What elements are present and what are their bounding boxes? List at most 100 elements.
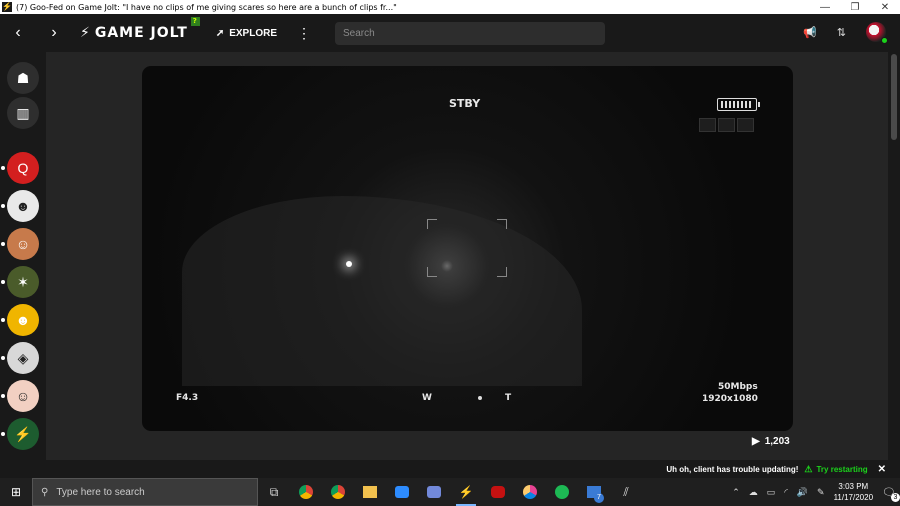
windows-start-icon[interactable]: ⊞: [0, 485, 32, 499]
volume-icon[interactable]: 🔊: [797, 487, 808, 498]
zoom-wide-label: W: [422, 393, 432, 403]
page-scrollbar[interactable]: [888, 52, 900, 460]
explore-label: EXPLORE: [229, 27, 277, 39]
clock[interactable]: 3:03 PM 11/17/2020: [834, 481, 873, 503]
sidebar-item-community-anime-glyph: ☺: [15, 388, 31, 404]
sidebar-item-community-bendy-indicator-dot: [1, 318, 5, 322]
app-badge-count: 7: [594, 493, 604, 503]
window-title: (7) Goo-Fed on Game Jolt: "I have no cli…: [16, 2, 397, 12]
taskbar-search-placeholder: Type here to search: [56, 486, 145, 498]
top-nav: ‹ › ⚡ GAME JOLT ? ➚ EXPLORE ⋮ 📢 ⇅: [0, 14, 900, 52]
file-explorer-icon[interactable]: [354, 478, 386, 506]
forward-button[interactable]: ›: [36, 24, 72, 42]
top-right-actions: 📢 ⇅: [803, 22, 888, 44]
logo-text: GAME JOLT: [94, 25, 188, 41]
chrome-icon[interactable]: [290, 478, 322, 506]
chrome-profile-icon[interactable]: [322, 478, 354, 506]
gamejolt-logo[interactable]: ⚡ GAME JOLT ?: [80, 17, 200, 41]
slash-app-icon[interactable]: ⫽: [610, 478, 642, 506]
update-notice: Uh oh, client has trouble updating! ⚠ Tr…: [0, 460, 900, 478]
resolution-label: 1920x1080: [702, 394, 758, 404]
battery-tray-icon[interactable]: ▭: [767, 487, 776, 498]
dismiss-notice-button[interactable]: ✕: [878, 464, 886, 475]
megaphone-icon[interactable]: 📢: [803, 26, 817, 39]
sidebar-item-community-anime[interactable]: ☺: [7, 380, 39, 412]
sidebar-item-community-avatar1[interactable]: ☺: [7, 228, 39, 260]
among-us-icon[interactable]: [482, 478, 514, 506]
try-restarting-link[interactable]: Try restarting: [816, 465, 867, 474]
view-count: ▶ 1,203: [752, 436, 790, 447]
spotify-icon[interactable]: [546, 478, 578, 506]
sidebar-item-community-creature-indicator-dot: [1, 280, 5, 284]
battery-icon: [717, 98, 760, 111]
sidebar-item-community-q-glyph: Q: [17, 160, 29, 176]
zoom-indicator: [478, 396, 482, 400]
camera-standby-label: STBY: [449, 97, 481, 110]
sidebar-item-community-anime-indicator-dot: [1, 394, 5, 398]
update-message: Uh oh, client has trouble updating!: [666, 464, 799, 474]
more-menu-button[interactable]: ⋮: [297, 25, 311, 42]
cloud-icon[interactable]: ☁: [749, 487, 758, 498]
sidebar-item-community-gamejolt-indicator-dot: [1, 432, 5, 436]
sidebar-item-home[interactable]: ☗: [7, 62, 39, 94]
notification-center-icon[interactable]: 🗨 3: [882, 486, 900, 502]
logo-badge: ?: [190, 17, 200, 26]
notification-count: 3: [891, 492, 900, 502]
aperture-label: F4.3: [176, 393, 199, 403]
gamejolt-taskbar-icon[interactable]: ⚡: [450, 478, 482, 506]
task-view-icon[interactable]: ⧉: [258, 478, 290, 506]
search-input[interactable]: [335, 21, 605, 45]
video-light-source: [346, 261, 352, 267]
bolt-icon: ⚡: [80, 25, 91, 41]
sidebar-item-community-avatar1-glyph: ☺: [15, 236, 31, 252]
sidebar-item-community-avatar1-indicator-dot: [1, 242, 5, 246]
sidebar-item-community-q-indicator-dot: [1, 166, 5, 170]
sidebar-item-community-gamejolt[interactable]: ⚡: [7, 418, 39, 450]
camera-mode-icons: [699, 118, 754, 132]
sidebar-item-library-glyph: ▥: [16, 104, 30, 121]
windows-taskbar: ⊞ ⚲ Type here to search ⧉ ⚡ 7 ⫽ ⌃ ☁ ▭ ◜ …: [0, 478, 900, 506]
app-badge-icon[interactable]: 7: [578, 478, 610, 506]
discord-icon[interactable]: [418, 478, 450, 506]
minimize-button[interactable]: —: [810, 2, 840, 13]
back-button[interactable]: ‹: [0, 24, 36, 42]
video-player[interactable]: STBY F4.3 W T 50Mbps 1920x1080: [142, 66, 793, 431]
video-scene-silhouette: [182, 196, 582, 386]
pen-icon[interactable]: ✎: [817, 487, 825, 498]
paint-icon[interactable]: [514, 478, 546, 506]
zoom-icon[interactable]: [386, 478, 418, 506]
search-icon: ⚲: [41, 486, 49, 498]
scrollbar-thumb[interactable]: [891, 54, 897, 140]
online-status-dot: [881, 37, 888, 44]
zoom-tele-label: T: [505, 393, 512, 403]
bitrate-label: 50Mbps: [718, 382, 758, 392]
focus-frame: [427, 219, 507, 277]
clock-date: 11/17/2020: [833, 493, 874, 502]
sidebar-item-library[interactable]: ▥: [7, 97, 39, 129]
restore-button[interactable]: ❐: [840, 2, 870, 13]
sidebar: ☗ ▥ Q ☻ ☺ ✶ ☻ ◈ ☺ ⚡: [0, 52, 46, 460]
play-icon: ▶: [752, 436, 760, 447]
sidebar-item-community-creature[interactable]: ✶: [7, 266, 39, 298]
chevron-up-icon[interactable]: ⌃: [732, 487, 740, 498]
sidebar-item-community-roblox[interactable]: ◈: [7, 342, 39, 374]
wifi-icon[interactable]: ◜: [784, 487, 788, 498]
sidebar-item-community-roblox-glyph: ◈: [17, 349, 29, 366]
sidebar-item-community-creature-glyph: ✶: [17, 273, 29, 290]
explore-button[interactable]: ➚ EXPLORE: [216, 28, 277, 39]
sidebar-item-community-bendy[interactable]: ☻: [7, 304, 39, 336]
close-window-button[interactable]: ✕: [870, 2, 900, 13]
taskbar-search[interactable]: ⚲ Type here to search: [32, 478, 258, 506]
compass-icon: ➚: [215, 27, 225, 39]
view-count-value: 1,203: [764, 436, 790, 447]
activity-icon[interactable]: ⇅: [837, 26, 846, 39]
sidebar-item-community-bendy-glyph: ☻: [15, 312, 31, 328]
sidebar-item-community-roblox-indicator-dot: [1, 356, 5, 360]
sidebar-item-community-q[interactable]: Q: [7, 152, 39, 184]
user-avatar[interactable]: [866, 22, 888, 44]
sidebar-item-community-face[interactable]: ☻: [7, 190, 39, 222]
sidebar-item-community-face-indicator-dot: [1, 204, 5, 208]
gamejolt-app-icon: ⚡: [2, 2, 12, 12]
sidebar-item-home-glyph: ☗: [16, 69, 30, 86]
system-tray: ⌃ ☁ ▭ ◜ 🔊 ✎ 3:03 PM 11/17/2020 🗨 3: [732, 481, 900, 503]
